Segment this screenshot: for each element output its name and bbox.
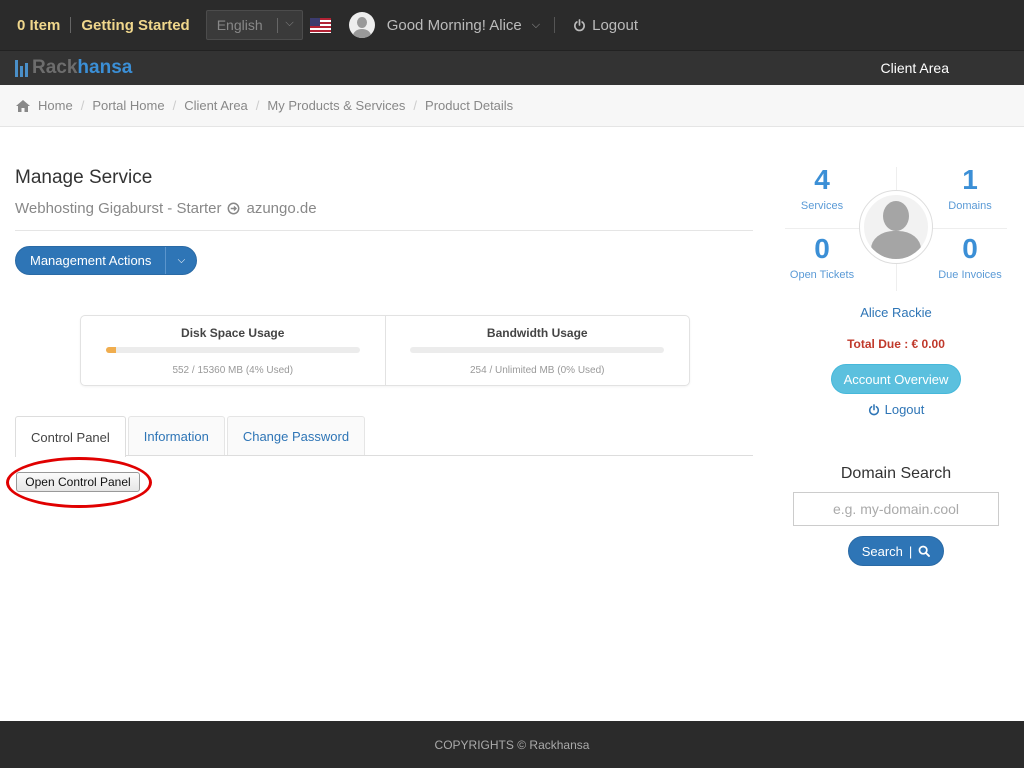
nav-client-area[interactable]: Client Area (881, 60, 949, 76)
stat-open-tickets[interactable]: 0 Open Tickets (772, 233, 872, 281)
breadcrumb-portal-home[interactable]: Portal Home (92, 98, 164, 113)
footer: COPYRIGHTS © Rackhansa (0, 721, 1024, 768)
disk-usage-fill (105, 347, 116, 353)
service-subtitle: Webhosting Gigaburst - Starter azungo.de (15, 200, 317, 217)
service-domain-link[interactable]: azungo.de (246, 200, 316, 217)
logo-text-hansa: hansa (77, 57, 133, 78)
user-avatar (859, 190, 933, 264)
service-name: Webhosting Gigaburst - Starter (15, 200, 222, 217)
sidebar-logout-label: Logout (884, 402, 925, 417)
logo[interactable]: Rack hansa (15, 57, 132, 79)
top-bar: 0 Item Getting Started English ⌵ Good Mo… (0, 0, 1024, 50)
language-value: English (216, 17, 263, 33)
chevron-down-icon[interactable]: ⌵ (532, 19, 540, 32)
domain-search-title: Domain Search (840, 465, 952, 482)
bandwidth-usage: Bandwidth Usage 254 / Unlimited MB (0% U… (384, 316, 690, 385)
greeting-menu[interactable]: Good Morning! Alice (387, 17, 522, 34)
breadcrumb-separator: / (255, 98, 260, 113)
tickets-label: Open Tickets (789, 269, 855, 281)
power-icon (868, 403, 879, 415)
user-name-link[interactable]: Alice Rackie (796, 305, 996, 320)
tab-information[interactable]: Information (127, 416, 225, 456)
chevron-down-icon[interactable]: ⌵ (165, 247, 196, 274)
breadcrumb-separator: / (413, 98, 418, 113)
open-control-panel-button[interactable]: Open Control Panel (16, 472, 140, 492)
divider: | (908, 543, 913, 559)
services-count: 4 (814, 164, 830, 195)
sidebar-logout-link[interactable]: Logout (796, 402, 996, 417)
domains-label: Domains (948, 200, 992, 212)
tickets-count: 0 (814, 233, 830, 264)
domains-count: 1 (962, 164, 978, 195)
language-select[interactable]: English ⌵ (205, 10, 303, 40)
breadcrumb-separator: / (172, 98, 177, 113)
avatar[interactable] (348, 12, 375, 38)
divider (554, 17, 556, 33)
search-label: Search (861, 543, 903, 559)
total-due: Total Due : € 0.00 (847, 337, 945, 351)
management-actions-button[interactable]: Management Actions (16, 247, 165, 274)
services-label: Services (800, 200, 844, 212)
copyright-text: COPYRIGHTS © Rackhansa (434, 737, 590, 752)
domain-search-input[interactable] (793, 492, 999, 526)
cart-link[interactable]: 0 Item (17, 17, 60, 34)
breadcrumb: Home / Portal Home / Client Area / My Pr… (0, 85, 1024, 127)
invoices-count: 0 (962, 233, 978, 264)
bandwidth-usage-title: Bandwidth Usage (486, 326, 588, 340)
service-tabs: Control Panel Information Change Passwor… (15, 416, 367, 457)
chevron-down-icon: ⌵ (285, 17, 294, 29)
domain-search-button[interactable]: Search | (848, 536, 944, 566)
disk-usage-detail: 552 / 15360 MB (4% Used) (172, 365, 294, 376)
breadcrumb-separator: / (80, 98, 85, 113)
breadcrumb-product-details: Product Details (425, 98, 514, 113)
breadcrumb-client-area[interactable]: Client Area (184, 98, 248, 113)
stat-domains[interactable]: 1 Domains (920, 164, 1020, 212)
logout-link[interactable]: Logout (573, 17, 638, 34)
home-icon (16, 99, 30, 112)
tab-change-password[interactable]: Change Password (226, 416, 366, 456)
breadcrumb-home[interactable]: Home (38, 98, 73, 113)
page-title: Manage Service (15, 167, 153, 188)
disk-usage-bar (105, 347, 360, 353)
breadcrumb-products-services[interactable]: My Products & Services (267, 98, 405, 113)
stat-services[interactable]: 4 Services (772, 164, 872, 212)
divider (276, 18, 278, 33)
logo-bars-icon (15, 59, 28, 77)
power-icon (574, 18, 586, 31)
usage-panel: Disk Space Usage 552 / 15360 MB (4% Used… (80, 315, 690, 386)
bandwidth-usage-bar (410, 347, 665, 353)
brand-bar: Rack hansa Client Area (0, 50, 1024, 85)
logout-label: Logout (592, 16, 639, 34)
getting-started-link[interactable]: Getting Started (81, 17, 189, 34)
divider (15, 230, 753, 231)
tab-control-panel[interactable]: Control Panel (15, 416, 126, 457)
invoices-label: Due Invoices (938, 269, 1002, 281)
logo-text-rack: Rack (32, 57, 78, 78)
management-actions-dropdown[interactable]: Management Actions ⌵ (15, 246, 198, 275)
stat-due-invoices[interactable]: 0 Due Invoices (920, 233, 1020, 281)
disk-usage: Disk Space Usage 552 / 15360 MB (4% Used… (81, 316, 385, 385)
disk-usage-title: Disk Space Usage (181, 326, 285, 340)
bandwidth-usage-detail: 254 / Unlimited MB (0% Used) (470, 365, 605, 376)
us-flag-icon[interactable] (309, 17, 331, 33)
divider (70, 17, 72, 33)
account-overview-button[interactable]: Account Overview (831, 364, 961, 394)
search-icon (918, 545, 931, 557)
arrow-circle-right-icon (228, 202, 240, 215)
